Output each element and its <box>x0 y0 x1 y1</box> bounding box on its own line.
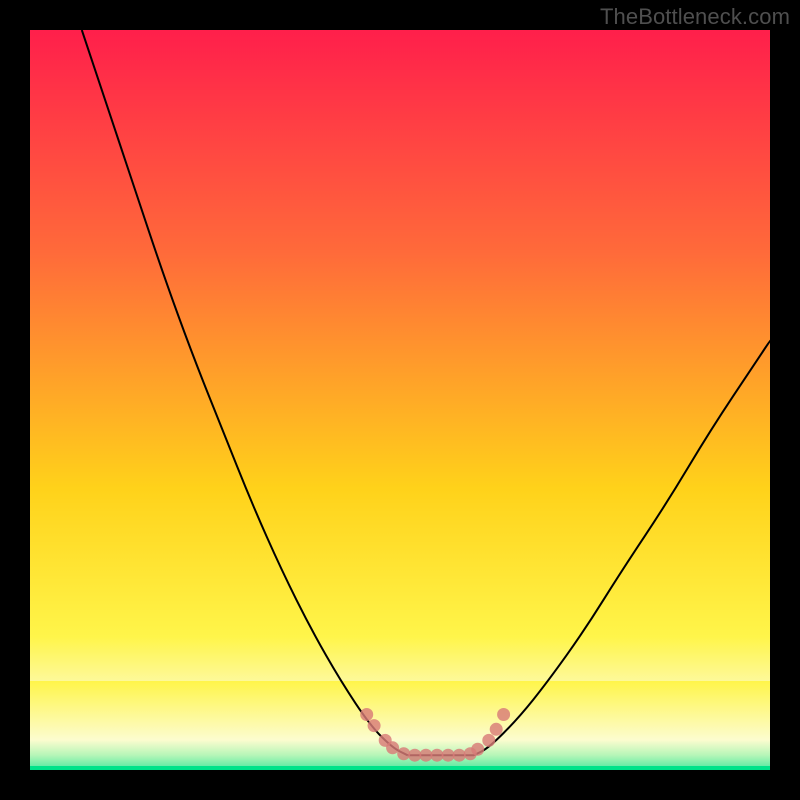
data-marker <box>431 749 444 762</box>
data-marker <box>368 719 381 732</box>
data-marker <box>490 723 503 736</box>
chart-frame: TheBottleneck.com <box>0 0 800 800</box>
left-curve-path <box>82 30 408 755</box>
data-marker <box>442 749 455 762</box>
plot-area <box>30 30 770 770</box>
watermark-text: TheBottleneck.com <box>600 4 790 30</box>
data-marker <box>397 747 410 760</box>
curve-layer <box>30 30 770 770</box>
data-marker <box>453 749 466 762</box>
data-marker <box>471 743 484 756</box>
data-marker <box>497 708 510 721</box>
data-marker <box>360 708 373 721</box>
marker-group <box>360 708 510 762</box>
data-marker <box>408 749 421 762</box>
data-marker <box>419 749 432 762</box>
data-marker <box>386 741 399 754</box>
data-marker <box>482 734 495 747</box>
right-curve-path <box>474 341 770 755</box>
